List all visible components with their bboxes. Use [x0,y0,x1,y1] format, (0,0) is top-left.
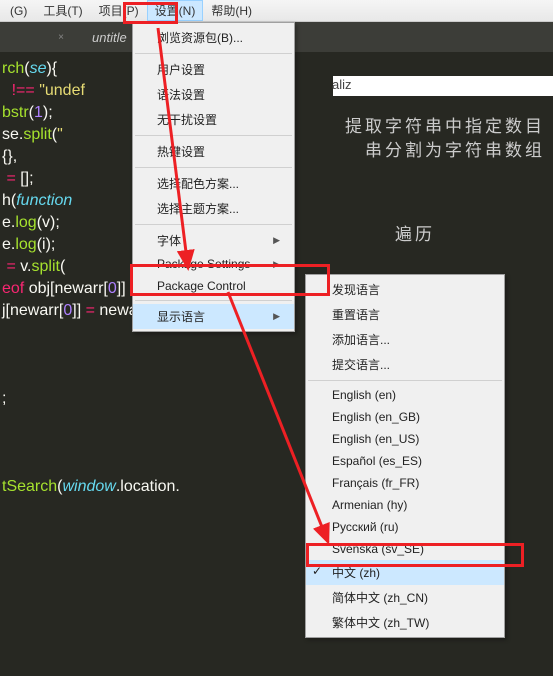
submenu-item[interactable]: 重置语言 [306,302,504,327]
submenu-item[interactable]: Armenian (hy) [306,494,504,516]
submenu-item[interactable]: 添加语言... [306,327,504,352]
menubar: (G) 工具(T) 项目(P) 设置(N) 帮助(H) [0,0,553,22]
dropdown-item[interactable]: 浏览资源包(B)... [133,25,294,50]
tab-label[interactable]: untitle [92,30,127,45]
check-icon: ✓ [312,564,322,578]
dropdown-item[interactable]: 字体▶ [133,228,294,253]
submenu-item[interactable]: Español (es_ES) [306,450,504,472]
submenu-arrow-icon: ▶ [273,259,280,270]
menu-project[interactable]: 项目(P) [91,0,147,21]
annotation-1: 提取字符串中指定数目 [345,112,545,137]
dropdown-item[interactable]: 热键设置 [133,139,294,164]
submenu-item[interactable]: 简体中文 (zh_CN) [306,585,504,610]
submenu-item[interactable]: Svenska (sv_SE) [306,538,504,560]
preview-text: aliz [332,77,352,92]
submenu-item[interactable]: English (en_GB) [306,406,504,428]
dropdown-item[interactable]: Package Control [133,275,294,297]
dropdown-item[interactable]: 显示语言▶ [133,304,294,329]
submenu-arrow-icon: ▶ [273,235,280,246]
submenu-item[interactable]: ✓中文 (zh) [306,560,504,585]
menu-view[interactable]: (G) [2,2,35,20]
tab-close-icon[interactable]: × [55,31,67,43]
submenu-arrow-icon: ▶ [273,311,280,322]
menu-tools[interactable]: 工具(T) [35,0,90,21]
submenu-item[interactable]: 繁体中文 (zh_TW) [306,610,504,635]
annotation-3: 遍历 [395,220,435,245]
submenu-item[interactable]: English (en_US) [306,428,504,450]
dropdown-item[interactable]: 语法设置 [133,82,294,107]
language-submenu: 发现语言重置语言添加语言...提交语言...English (en)Englis… [305,274,505,638]
menu-settings[interactable]: 设置(N) [147,0,204,21]
submenu-item[interactable]: 提交语言... [306,352,504,377]
dropdown-item[interactable]: 选择配色方案... [133,171,294,196]
dropdown-item[interactable]: Package Settings▶ [133,253,294,275]
submenu-item[interactable]: Русский (ru) [306,516,504,538]
dropdown-item[interactable]: 用户设置 [133,57,294,82]
submenu-item[interactable]: English (en) [306,384,504,406]
menu-help[interactable]: 帮助(H) [203,0,260,21]
preview-strip [333,76,553,96]
submenu-item[interactable]: 发现语言 [306,277,504,302]
dropdown-item[interactable]: 无干扰设置 [133,107,294,132]
settings-dropdown: 浏览资源包(B)... 用户设置语法设置无干扰设置热键设置选择配色方案...选择主… [132,22,295,332]
dropdown-item[interactable]: 选择主题方案... [133,196,294,221]
submenu-item[interactable]: Français (fr_FR) [306,472,504,494]
annotation-2: 串分割为字符串数组 [365,136,545,161]
